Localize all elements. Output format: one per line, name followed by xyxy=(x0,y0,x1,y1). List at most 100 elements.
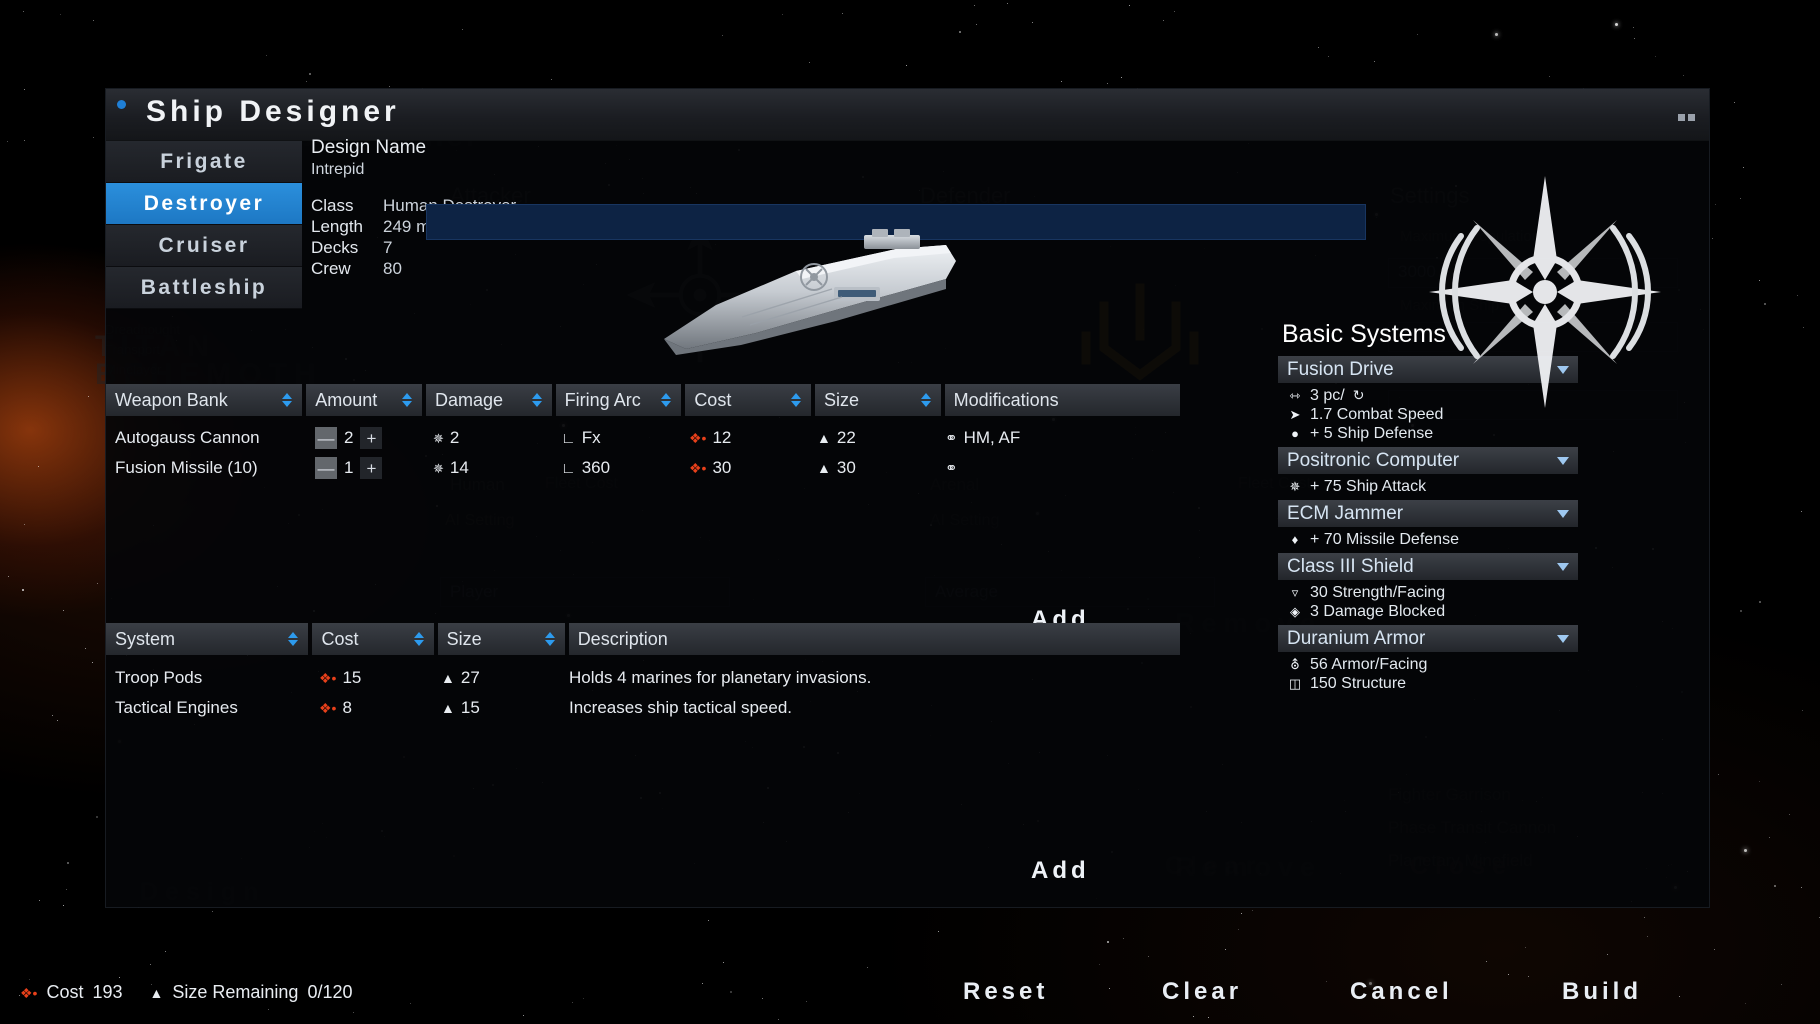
weapon-col-modifications[interactable]: Modifications xyxy=(945,384,1180,416)
app-root: Ship Designer Attacker Defender Settings… xyxy=(0,0,1820,1024)
ship-system-table: System Cost Size Description Troop Pods xyxy=(106,623,1180,723)
weapon-row-amount-stepper[interactable]: — 1 + xyxy=(306,457,424,479)
system-row-description: Increases ship tactical speed. xyxy=(560,698,1176,718)
weapon-row-damage-value: 2 xyxy=(450,428,459,448)
sort-arrows-icon[interactable] xyxy=(921,393,931,407)
cost-icon: ❖• xyxy=(319,701,336,715)
build-button[interactable]: Build xyxy=(1562,978,1642,1006)
system-row-cost: ❖• 8 xyxy=(310,698,432,718)
basic-system-select-armor[interactable]: Duranium Armor xyxy=(1278,625,1578,652)
system-col-description[interactable]: Description xyxy=(569,623,1180,655)
basic-system-stat-text: 3 pc/ xyxy=(1310,387,1345,405)
system-row-cost: ❖• 15 xyxy=(310,668,432,688)
weapon-table-row[interactable]: Fusion Missile (10) — 1 + ✵ 14 ∟ 360 xyxy=(106,453,1180,483)
sort-arrows-icon[interactable] xyxy=(288,632,298,646)
weapon-row-cost-value: 30 xyxy=(712,458,731,478)
weapon-col-cost[interactable]: Cost xyxy=(685,384,811,416)
sort-arrows-icon[interactable] xyxy=(545,632,555,646)
size-icon: ▲ xyxy=(150,986,164,1000)
increment-button[interactable]: + xyxy=(360,457,382,479)
weapon-row-arc: ∟ Fx xyxy=(552,428,680,448)
weapon-col-damage[interactable]: Damage xyxy=(426,384,552,416)
damage-icon: ✵ xyxy=(433,462,444,475)
increment-button[interactable]: + xyxy=(360,427,382,449)
bottom-action-bar: ❖• Cost 193 ▲ Size Remaining 0/120 Reset… xyxy=(0,968,1820,1024)
system-col-system[interactable]: System xyxy=(106,623,308,655)
window-title: Ship Designer xyxy=(146,95,400,129)
weapon-row-damage: ✵ 14 xyxy=(424,458,552,478)
weapon-col-size[interactable]: Size xyxy=(815,384,941,416)
chevron-down-icon[interactable] xyxy=(1557,457,1569,465)
chevron-down-icon[interactable] xyxy=(1557,510,1569,518)
size-icon: ▲ xyxy=(441,671,455,685)
system-col-cost-label: Cost xyxy=(321,629,358,650)
weapon-row-cost: ❖• 12 xyxy=(680,428,808,448)
weapon-row-mods-value: HM, AF xyxy=(964,428,1021,448)
cost-icon: ❖• xyxy=(689,431,706,445)
cost-icon: ❖• xyxy=(20,986,37,1000)
weapon-table-row[interactable]: Autogauss Cannon — 2 + ✵ 2 ∟ Fx xyxy=(106,423,1180,453)
weapon-row-damage-value: 14 xyxy=(450,458,469,478)
window-status-dot xyxy=(117,100,126,109)
defense-icon: ● xyxy=(1288,426,1302,441)
weapon-col-amount-label: Amount xyxy=(315,390,377,411)
weapon-col-amount[interactable]: Amount xyxy=(306,384,422,416)
basic-system-select-shield[interactable]: Class III Shield xyxy=(1278,553,1578,580)
window-controls[interactable] xyxy=(1678,114,1695,121)
hull-class-list: Frigate Destroyer Cruiser Battleship xyxy=(106,141,302,309)
weapon-col-modifications-label: Modifications xyxy=(954,390,1059,411)
weapon-row-name: Fusion Missile (10) xyxy=(106,458,306,478)
maximize-icon[interactable] xyxy=(1688,114,1695,121)
basic-system-select-armor-value: Duranium Armor xyxy=(1287,628,1425,650)
sort-arrows-icon[interactable] xyxy=(414,632,424,646)
sort-arrows-icon[interactable] xyxy=(282,393,292,407)
weapon-row-arc-value: 360 xyxy=(582,458,610,478)
weapon-row-cost-value: 12 xyxy=(712,428,731,448)
sort-arrows-icon[interactable] xyxy=(791,393,801,407)
chevron-down-icon[interactable] xyxy=(1557,563,1569,571)
weapon-col-damage-label: Damage xyxy=(435,390,503,411)
decrement-button[interactable]: — xyxy=(315,427,337,449)
hull-class-frigate[interactable]: Frigate xyxy=(106,141,302,183)
system-col-size[interactable]: Size xyxy=(438,623,565,655)
hull-class-destroyer[interactable]: Destroyer xyxy=(106,183,302,225)
hull-class-cruiser[interactable]: Cruiser xyxy=(106,225,302,267)
system-table-row[interactable]: Troop Pods ❖• 15 ▲ 27 Holds 4 marines fo… xyxy=(106,663,1180,693)
basic-system-select-jammer[interactable]: ECM Jammer xyxy=(1278,500,1578,527)
missile-defense-icon: ♦ xyxy=(1288,532,1302,547)
sort-arrows-icon[interactable] xyxy=(402,393,412,407)
system-col-size-label: Size xyxy=(447,629,482,650)
basic-system-stat-text: 3 Damage Blocked xyxy=(1310,603,1445,621)
weapon-row-amount-stepper[interactable]: — 2 + xyxy=(306,427,424,449)
weapon-row-size: ▲ 22 xyxy=(808,428,936,448)
add-system-button[interactable]: Add xyxy=(1031,857,1090,885)
system-table-row[interactable]: Tactical Engines ❖• 8 ▲ 15 Increases shi… xyxy=(106,693,1180,723)
hull-class-battleship[interactable]: Battleship xyxy=(106,267,302,309)
thrust-icon: ➤ xyxy=(1288,407,1302,423)
basic-system-stat-text: + 70 Missile Defense xyxy=(1310,531,1459,549)
system-col-cost[interactable]: Cost xyxy=(312,623,433,655)
minimize-icon[interactable] xyxy=(1678,114,1685,121)
sort-arrows-icon[interactable] xyxy=(532,393,542,407)
design-name-label: Design Name xyxy=(311,137,516,159)
weapon-row-amount-value: 2 xyxy=(344,428,353,448)
design-stat-class-key: Class xyxy=(311,195,383,216)
weapon-col-firing-arc[interactable]: Firing Arc xyxy=(556,384,682,416)
clear-button[interactable]: Clear xyxy=(1162,978,1242,1006)
sort-arrows-icon[interactable] xyxy=(661,393,671,407)
design-name-value[interactable]: Intrepid xyxy=(311,161,516,179)
chevron-down-icon[interactable] xyxy=(1557,635,1569,643)
system-table-header: System Cost Size Description xyxy=(106,623,1180,655)
window-titlebar[interactable]: Ship Designer xyxy=(106,89,1709,141)
weapon-row-size-value: 22 xyxy=(837,428,856,448)
weapon-col-weapon-bank-label: Weapon Bank xyxy=(115,390,228,411)
reset-button[interactable]: Reset xyxy=(963,978,1048,1006)
cost-icon: ❖• xyxy=(319,671,336,685)
basic-system-select-computer[interactable]: Positronic Computer xyxy=(1278,447,1578,474)
weapon-col-weapon-bank[interactable]: Weapon Bank xyxy=(106,384,302,416)
system-row-name: Tactical Engines xyxy=(106,698,310,718)
weapon-row-name: Autogauss Cannon xyxy=(106,428,306,448)
design-stat-crew-key: Crew xyxy=(311,258,383,279)
decrement-button[interactable]: — xyxy=(315,457,337,479)
cancel-button[interactable]: Cancel xyxy=(1350,978,1453,1006)
